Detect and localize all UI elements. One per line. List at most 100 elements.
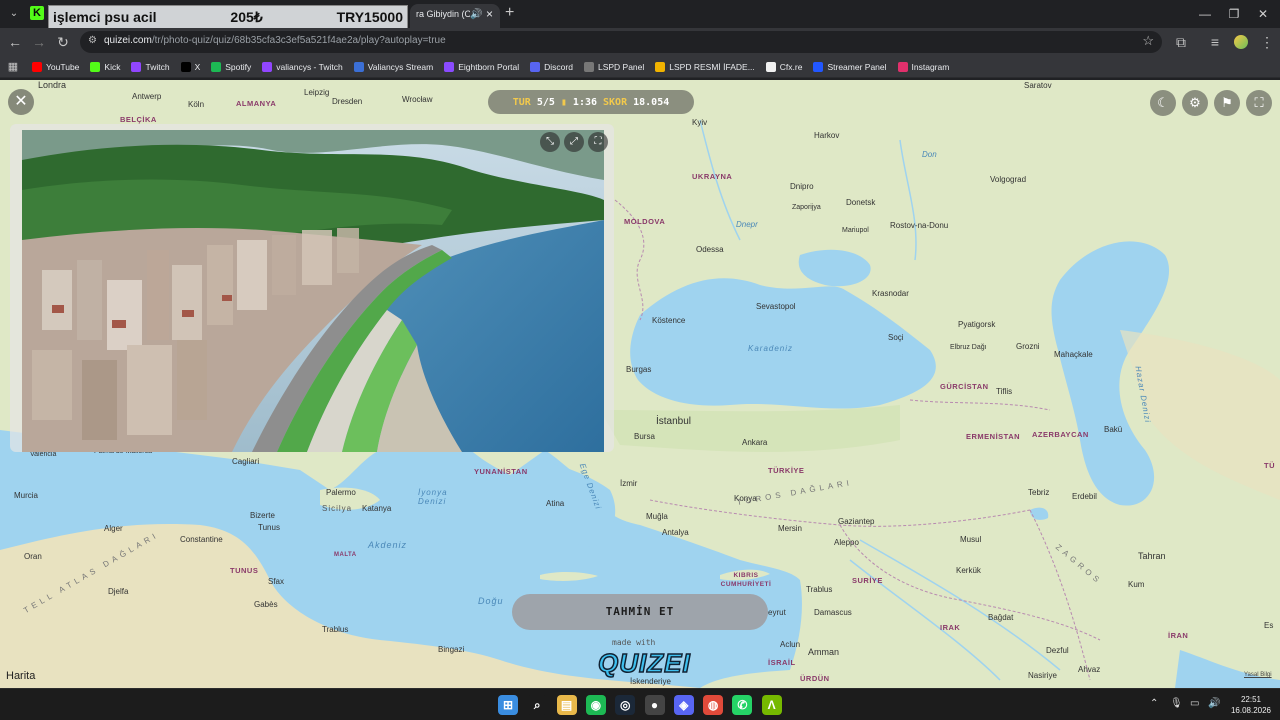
map-attribution[interactable]: Harita (6, 670, 35, 682)
close-icon[interactable]: × (486, 7, 493, 21)
tray-overflow-icon[interactable]: ⌃ (1150, 698, 1158, 709)
speaker-icon[interactable]: 🔊 (470, 9, 482, 20)
bookmark-item[interactable]: Eightborn Portal (444, 61, 519, 72)
map-country-label: GÜRCİSTAN (940, 382, 989, 391)
forward-arrow-icon[interactable]: → (30, 33, 48, 51)
nvidia-icon[interactable]: Λ (761, 695, 782, 715)
expand-photo-icon[interactable]: ⤢ (564, 132, 584, 152)
apps-grid-icon[interactable]: ▦ (6, 60, 20, 74)
bookmark-label: Valiancys Stream (367, 61, 434, 72)
map-city-label: Bursa (634, 432, 655, 441)
map-city-label: Burgas (626, 365, 652, 374)
new-tab-icon[interactable]: + (505, 4, 514, 22)
map-city-label: Bağdat (988, 613, 1014, 622)
profile-avatar[interactable] (1234, 35, 1248, 49)
file-explorer-icon[interactable]: ▤ (556, 695, 577, 715)
map-city-label: Es (1264, 621, 1274, 630)
bookmark-item[interactable]: YouTube (32, 61, 79, 72)
search-icon[interactable]: ⌕ (527, 695, 548, 715)
spotify-icon[interactable]: ◉ (585, 695, 606, 715)
restore-icon[interactable]: ❐ (1224, 5, 1244, 23)
dark-mode-icon[interactable]: ☾ (1150, 90, 1176, 116)
steam-icon[interactable]: ◎ (615, 695, 636, 715)
bookmark-item[interactable]: Discord (530, 61, 573, 72)
bookmark-item[interactable]: Spotify (211, 61, 251, 72)
map-country-label: SURİYE (852, 576, 883, 585)
map-city-label: eyrut (768, 608, 786, 617)
bookmark-item[interactable]: Twitch (131, 61, 170, 72)
map-country-label: MALTA (334, 552, 357, 558)
map-city-label: Zaporijya (792, 204, 821, 211)
site-info-icon[interactable]: ⚙ (88, 35, 97, 46)
map-city-label: Saratov (1024, 81, 1052, 90)
map-city-label: Antwerp (132, 92, 162, 101)
settings-gear-icon[interactable]: ⚙ (1182, 90, 1208, 116)
network-icon[interactable]: ▭ (1190, 698, 1199, 709)
round-label: TUR (512, 96, 531, 108)
system-clock[interactable]: 22:51 16.08.2026 (1226, 694, 1276, 716)
map-city-label: Gabès (254, 600, 278, 609)
kick-tab-icon[interactable]: K (30, 6, 44, 20)
bookmark-item[interactable]: Instagram (897, 61, 949, 72)
media-control-icon[interactable]: ≡ (1206, 33, 1224, 51)
fullscreen-photo-icon[interactable]: ⛶ (588, 132, 608, 152)
legal-link[interactable]: Yasal Bilgi (1244, 672, 1272, 678)
map-view[interactable]: Londra Antwerp Köln Leipzig Dresden Wroc… (0, 80, 1280, 688)
bookmark-item[interactable]: Kick (90, 61, 120, 72)
map-city-label: Sfax (268, 577, 285, 586)
bookmark-label: Discord (544, 61, 573, 72)
bookmark-item[interactable]: valiancys - Twitch (262, 61, 343, 72)
fullscreen-icon[interactable]: ⛶ (1246, 90, 1272, 116)
bookmark-star-icon[interactable]: ☆ (1142, 33, 1154, 49)
microphone-icon[interactable]: 🎙 (1170, 698, 1183, 709)
report-flag-icon[interactable]: ⚑ (1214, 90, 1240, 116)
bookmark-item[interactable]: LSPD RESMİ İFADE... (655, 61, 755, 72)
clock-date: 16.08.2026 (1230, 706, 1272, 715)
back-arrow-icon[interactable]: ← (6, 33, 24, 51)
map-city-label: Londra (38, 80, 67, 90)
map-city-label: İzmir (620, 479, 638, 488)
coastal-city-photo (22, 130, 604, 452)
bookmark-item[interactable]: X (180, 61, 200, 72)
bookmark-item[interactable]: Valiancys Stream (353, 61, 434, 72)
guess-button[interactable]: TAHMİN ET (512, 594, 768, 630)
tab-search-chevron-icon[interactable]: ⌄ (6, 6, 22, 22)
browser-tab-active[interactable]: ra Gibiydin (Offi 🔊 × (410, 4, 500, 28)
discord-icon[interactable]: ◈ (673, 695, 694, 715)
obs-icon[interactable]: ● (644, 695, 665, 715)
close-quiz-button[interactable]: ✕ (8, 89, 34, 115)
bookmark-item[interactable]: Streamer Panel (813, 61, 887, 72)
minimize-photo-icon[interactable]: ⤡ (540, 132, 560, 152)
windows-taskbar: ⌃ 🎙 ▭ 🔊 22:51 16.08.2026 ⊞ ⌕ ▤ ◉ ◎ ● ◈ ◍ ✆ Λ (0, 688, 1280, 720)
spotify-icon (211, 61, 222, 72)
more-menu-icon[interactable]: ⋮ (1258, 33, 1276, 51)
extensions-icon[interactable]: ⧉ (1172, 33, 1190, 51)
map-city-label: Donetsk (846, 198, 876, 207)
map-city-label: Rostov-na-Donu (890, 221, 949, 230)
bookmark-item[interactable]: Cfx.re (765, 61, 802, 72)
instagram-icon (897, 61, 908, 72)
window-close-icon[interactable]: ✕ (1253, 5, 1273, 23)
map-country-label: TUNUS (230, 566, 259, 575)
map-city-label: Bizerte (250, 511, 275, 520)
address-bar[interactable]: ⚙ quizei.com/tr/photo-quiz/quiz/68b35cfa… (80, 31, 1162, 53)
browser-toolbar: ← → ↻ ⚙ quizei.com/tr/photo-quiz/quiz/68… (0, 28, 1280, 56)
chrome-icon[interactable]: ◍ (703, 695, 724, 715)
bookmark-item[interactable]: LSPD Panel (583, 61, 644, 72)
quizei-logo[interactable]: QUIZEI (597, 647, 691, 679)
ticker-price: TRY15000 (336, 9, 403, 25)
map-sea-label: İyonya Denizi (418, 488, 448, 506)
minimize-icon[interactable]: — (1195, 5, 1215, 23)
whatsapp-icon[interactable]: ✆ (732, 695, 753, 715)
map-city-label: Leipzig (304, 88, 330, 97)
url-text: quizei.com/tr/photo-quiz/quiz/68b35cfa3c… (104, 35, 446, 46)
map-country-label: BELÇİKA (120, 115, 157, 124)
volume-icon[interactable]: 🔊 (1208, 698, 1220, 709)
reload-icon[interactable]: ↻ (54, 33, 72, 51)
map-sea-label: Doğu (478, 596, 504, 606)
clock-time: 22:51 (1240, 695, 1262, 704)
windows-start-icon[interactable]: ⊞ (498, 695, 518, 715)
streamer-icon (813, 61, 824, 72)
map-city-label: Valencia (30, 451, 57, 458)
map-city-label: Tiflis (996, 387, 1013, 396)
